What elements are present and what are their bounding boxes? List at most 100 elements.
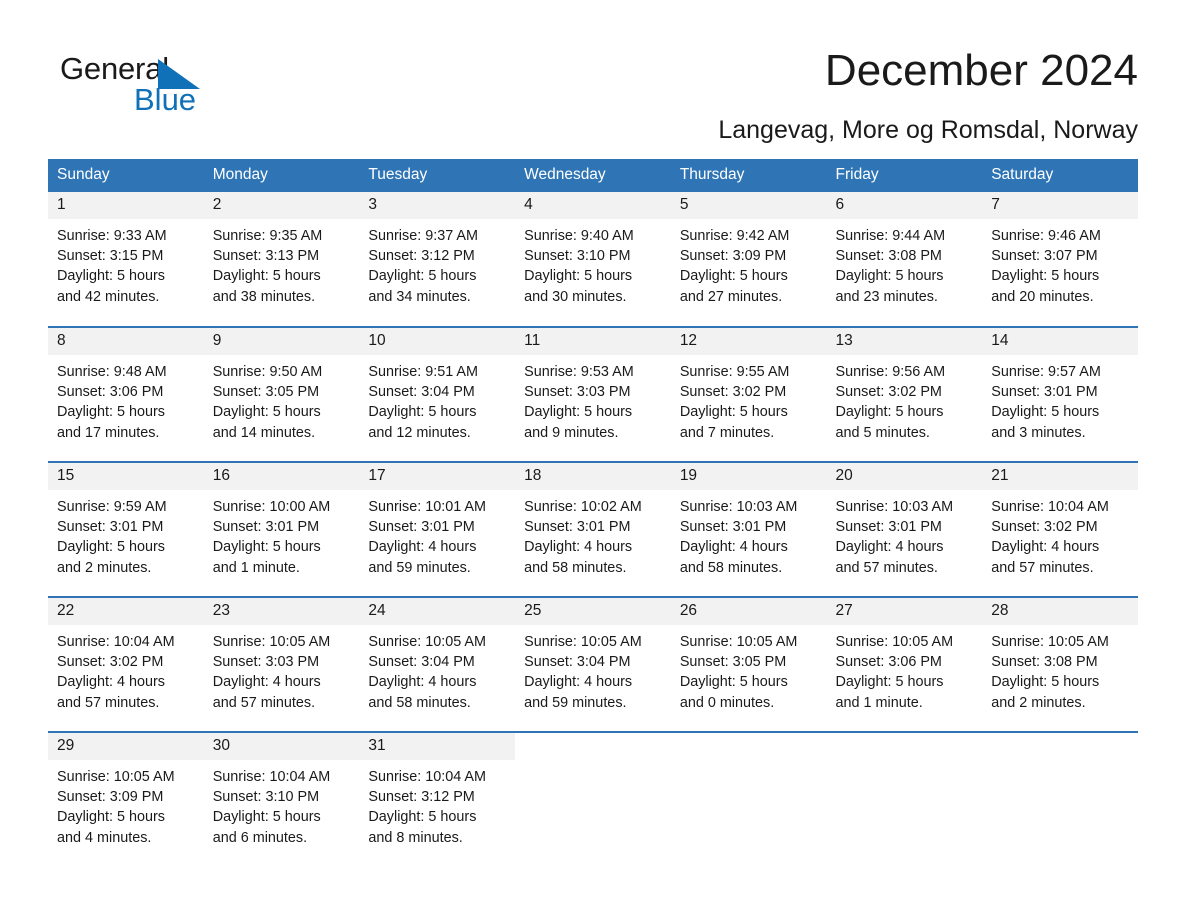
sunrise-text: Sunrise: 10:00 AM — [212, 499, 331, 515]
daylight-text-line2: and 59 minutes. — [524, 694, 627, 711]
sunrise-text: Sunrise: 9:55 AM — [679, 364, 790, 380]
day-cell-empty — [670, 731, 827, 867]
daylight-text-line2: and 1 minute. — [835, 694, 923, 711]
day-number — [826, 733, 983, 760]
sunrise-text: Sunrise: 10:04 AM — [991, 499, 1109, 515]
day-cell[interactable]: 6 Sunrise: 9:44 AM Sunset: 3:08 PM Daylight… — [826, 192, 983, 327]
day-number: 19 — [670, 463, 827, 490]
day-cell-empty — [826, 731, 983, 867]
day-cell[interactable]: 17 Sunrise: 10:01 AM Sunset: 3:01 PM Daylig… — [359, 461, 516, 597]
day-number: 25 — [515, 598, 671, 625]
daylight-text-line2: and 38 minutes. — [212, 288, 316, 305]
day-number: 26 — [670, 598, 827, 625]
day-cell[interactable]: 18 Sunrise: 10:02 AM Sunset: 3:01 PM Daylig… — [515, 461, 671, 597]
daylight-text-line2: and 2 minutes. — [991, 694, 1086, 711]
day-cell[interactable]: 9 Sunrise: 9:50 AM Sunset: 3:05 PM Daylight… — [203, 326, 360, 462]
sunset-text: Sunset: 3:01 PM — [212, 519, 320, 536]
sunset-text: Sunset: 3:02 PM — [57, 654, 164, 671]
day-info: Sunrise: 10:05 AM Sunset: 3:08 PM Daylight… — [982, 625, 1138, 713]
day-cell[interactable]: 23 Sunrise: 10:05 AM Sunset: 3:03 PM Daylig… — [203, 596, 360, 732]
day-info: Sunrise: 9:42 AM Sunset: 3:09 PM Daylight:… — [671, 219, 827, 307]
day-cell[interactable]: 11 Sunrise: 9:53 AM Sunset: 3:03 PM Dayligh… — [515, 326, 671, 462]
daylight-text-line1: Daylight: 5 hours — [57, 809, 165, 826]
day-info: Sunrise: 10:05 AM Sunset: 3:03 PM Daylight… — [204, 625, 360, 713]
daylight-text-line1: Daylight: 5 hours — [679, 674, 788, 691]
daylight-text-line2: and 4 minutes. — [57, 829, 152, 846]
day-cell[interactable]: 26 Sunrise: 10:05 AM Sunset: 3:05 PM Daylig… — [670, 596, 827, 732]
day-info: Sunrise: 10:05 AM Sunset: 3:09 PM Daylight… — [48, 760, 204, 848]
day-number: 27 — [826, 598, 983, 625]
day-cell[interactable]: 25 Sunrise: 10:05 AM Sunset: 3:04 PM Daylig… — [515, 596, 671, 732]
day-cell[interactable]: 12 Sunrise: 9:55 AM Sunset: 3:02 PM Dayligh… — [670, 326, 827, 462]
day-info: Sunrise: 10:05 AM Sunset: 3:05 PM Daylight… — [671, 625, 827, 713]
day-cell[interactable]: 28 Sunrise: 10:05 AM Sunset: 3:08 PM Daylig… — [982, 596, 1138, 732]
calendar-week-row: 15 Sunrise: 9:59 AM Sunset: 3:01 PM Dayligh… — [48, 461, 1138, 597]
sunrise-text: Sunrise: 10:05 AM — [524, 634, 642, 650]
weekday-header-thursday: Thursday — [670, 159, 827, 192]
day-number: 28 — [982, 598, 1138, 625]
day-cell[interactable]: 3 Sunrise: 9:37 AM Sunset: 3:12 PM Daylight… — [359, 192, 516, 327]
day-cell[interactable]: 27 Sunrise: 10:05 AM Sunset: 3:06 PM Daylig… — [826, 596, 983, 732]
day-number: 24 — [359, 598, 516, 625]
daylight-text-line2: and 0 minutes. — [679, 694, 775, 711]
day-cell[interactable]: 14 Sunrise: 9:57 AM Sunset: 3:01 PM Dayligh… — [982, 326, 1138, 462]
day-cell[interactable]: 29 Sunrise: 10:05 AM Sunset: 3:09 PM Daylig… — [48, 731, 204, 867]
day-number: 23 — [203, 598, 360, 625]
sunset-text: Sunset: 3:03 PM — [212, 654, 320, 671]
day-cell[interactable]: 4 Sunrise: 9:40 AM Sunset: 3:10 PM Daylight… — [515, 192, 671, 327]
day-number: 17 — [359, 463, 516, 490]
day-cell[interactable]: 7 Sunrise: 9:46 AM Sunset: 3:07 PM Daylight… — [982, 192, 1138, 327]
day-info: Sunrise: 9:53 AM Sunset: 3:03 PM Daylight:… — [515, 355, 671, 443]
calendar-week-row: 8 Sunrise: 9:48 AM Sunset: 3:06 PM Daylight… — [48, 326, 1138, 462]
daylight-text-line1: Daylight: 5 hours — [212, 809, 321, 826]
sunset-text: Sunset: 3:10 PM — [524, 248, 631, 265]
day-number: 13 — [826, 328, 983, 355]
day-info: Sunrise: 10:05 AM Sunset: 3:04 PM Daylight… — [359, 625, 515, 713]
sunset-text: Sunset: 3:05 PM — [679, 654, 787, 671]
sunset-text: Sunset: 3:09 PM — [57, 789, 164, 806]
day-number: 31 — [359, 733, 516, 760]
day-cell[interactable]: 31 Sunrise: 10:04 AM Sunset: 3:12 PM Daylig… — [359, 731, 516, 867]
daylight-text-line2: and 57 minutes. — [835, 559, 938, 576]
day-info: Sunrise: 10:03 AM Sunset: 3:01 PM Daylight… — [671, 490, 827, 578]
day-cell[interactable]: 5 Sunrise: 9:42 AM Sunset: 3:09 PM Daylight… — [670, 192, 827, 327]
day-info: Sunrise: 10:04 AM Sunset: 3:02 PM Daylight… — [48, 625, 204, 713]
calendar-week-row: 22 Sunrise: 10:04 AM Sunset: 3:02 PM Daylig… — [48, 596, 1138, 732]
day-cell[interactable]: 8 Sunrise: 9:48 AM Sunset: 3:06 PM Daylight… — [48, 326, 204, 462]
sunrise-text: Sunrise: 9:42 AM — [679, 228, 790, 244]
day-cell[interactable]: 2 Sunrise: 9:35 AM Sunset: 3:13 PM Daylight… — [203, 192, 360, 327]
sunset-text: Sunset: 3:13 PM — [212, 248, 320, 265]
day-cell[interactable]: 30 Sunrise: 10:04 AM Sunset: 3:10 PM Daylig… — [203, 731, 360, 867]
sunrise-text: Sunrise: 9:37 AM — [368, 228, 478, 244]
daylight-text-line2: and 58 minutes. — [524, 559, 627, 576]
sunrise-text: Sunrise: 9:53 AM — [524, 364, 634, 380]
page-subtitle: Langevag, More og Romsdal, Norway — [718, 116, 1138, 144]
day-cell-empty — [515, 731, 671, 867]
day-info: Sunrise: 9:56 AM Sunset: 3:02 PM Daylight:… — [827, 355, 983, 443]
day-cell[interactable]: 24 Sunrise: 10:05 AM Sunset: 3:04 PM Daylig… — [359, 596, 516, 732]
day-number: 21 — [982, 463, 1138, 490]
day-cell[interactable]: 13 Sunrise: 9:56 AM Sunset: 3:02 PM Dayligh… — [826, 326, 983, 462]
day-cell[interactable]: 16 Sunrise: 10:00 AM Sunset: 3:01 PM Daylig… — [203, 461, 360, 597]
daylight-text-line1: Daylight: 5 hours — [57, 539, 165, 556]
day-number — [515, 733, 671, 760]
day-cell[interactable]: 10 Sunrise: 9:51 AM Sunset: 3:04 PM Dayligh… — [359, 326, 516, 462]
daylight-text-line2: and 34 minutes. — [368, 288, 471, 305]
calendar-table: Sunday Monday Tuesday Wednesday Thursday… — [48, 159, 1138, 867]
daylight-text-line1: Daylight: 5 hours — [57, 268, 165, 285]
day-cell[interactable]: 20 Sunrise: 10:03 AM Sunset: 3:01 PM Daylig… — [826, 461, 983, 597]
day-cell[interactable]: 19 Sunrise: 10:03 AM Sunset: 3:01 PM Daylig… — [670, 461, 827, 597]
logo-text-general: General — [60, 51, 169, 86]
sunrise-text: Sunrise: 9:44 AM — [835, 228, 946, 244]
daylight-text-line1: Daylight: 5 hours — [835, 268, 944, 285]
daylight-text-line2: and 2 minutes. — [57, 559, 152, 576]
day-cell[interactable]: 21 Sunrise: 10:04 AM Sunset: 3:02 PM Daylig… — [982, 461, 1138, 597]
daylight-text-line2: and 3 minutes. — [991, 424, 1086, 441]
sunrise-text: Sunrise: 9:50 AM — [212, 364, 323, 380]
sunrise-text: Sunrise: 10:04 AM — [57, 634, 175, 650]
day-cell[interactable]: 15 Sunrise: 9:59 AM Sunset: 3:01 PM Dayligh… — [48, 461, 204, 597]
day-info: Sunrise: 9:55 AM Sunset: 3:02 PM Daylight:… — [671, 355, 827, 443]
day-cell[interactable]: 1 Sunrise: 9:33 AM Sunset: 3:15 PM Daylight… — [48, 192, 204, 327]
day-cell[interactable]: 22 Sunrise: 10:04 AM Sunset: 3:02 PM Daylig… — [48, 596, 204, 732]
calendar-grid: Sunday Monday Tuesday Wednesday Thursday… — [48, 159, 1138, 867]
